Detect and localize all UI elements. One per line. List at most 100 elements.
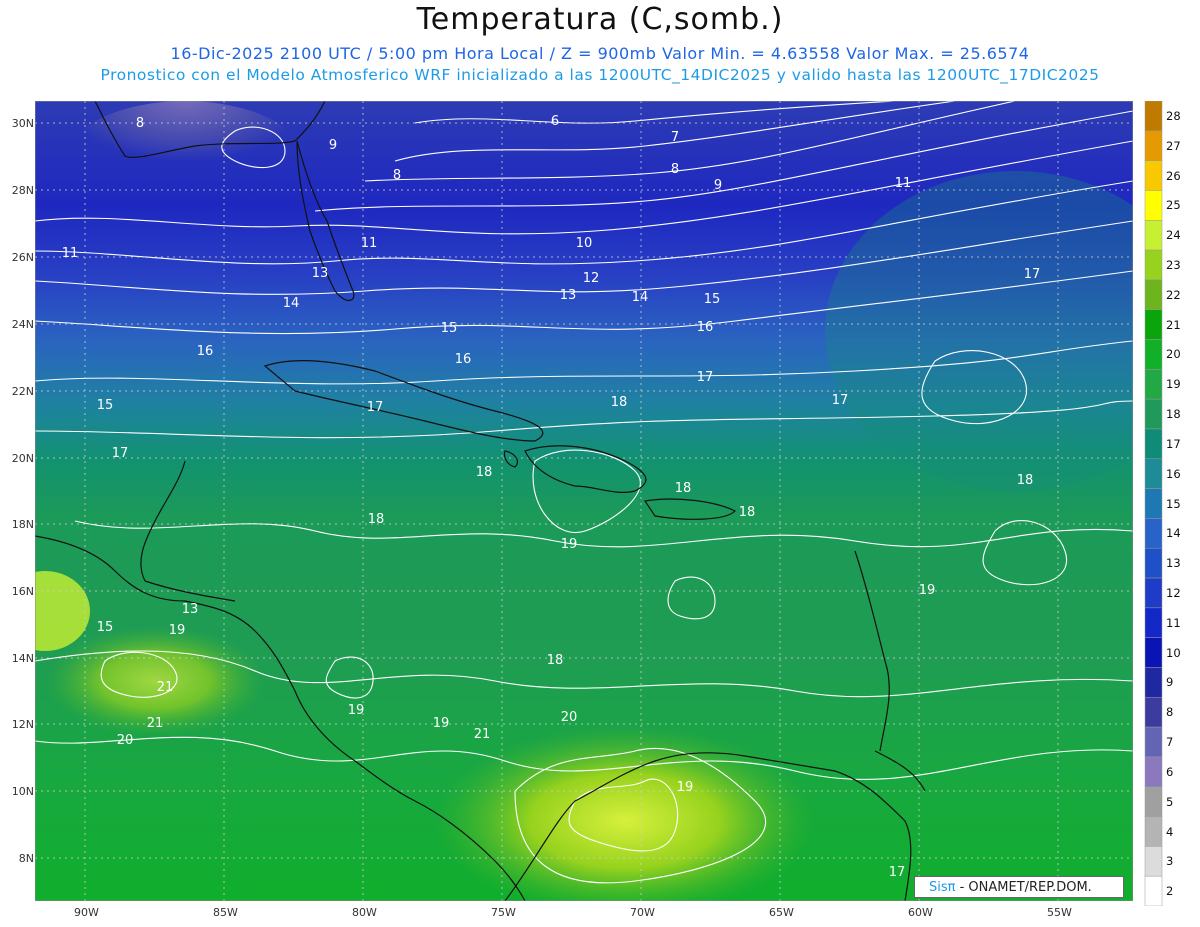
contour-label: 9 [329,138,337,153]
legend-label: 24 [1166,228,1181,243]
contour-label: 14 [632,290,649,305]
lon-label: 90W [74,906,99,919]
legend-label: 12 [1166,585,1181,600]
legend-swatch [1144,190,1163,221]
legend-swatch [1144,875,1163,906]
contour-label: 17 [832,393,849,408]
lat-label: 26N [11,251,34,264]
contour-label: 15 [441,321,458,336]
lat-label: 16N [11,585,34,598]
contour-label: 19 [433,716,450,731]
lon-label: 70W [630,906,655,919]
map-title: Temperatura (C,somb.) [416,2,784,37]
legend-label: 21 [1166,317,1181,332]
legend-label: 25 [1166,198,1181,213]
contour-label: 15 [97,620,114,635]
contour-label: 21 [157,680,174,695]
temperature-map: 6 7 8 9 8 8 9 10 11 11 12 13 13 14 14 15… [35,101,1133,901]
legend-label: 10 [1166,645,1181,660]
legend-swatch [1144,101,1163,132]
legend-swatch [1144,428,1163,460]
contour-label: 8 [671,162,679,177]
color-scale-legend [1144,101,1163,906]
legend-swatch [1144,160,1163,191]
contour-label: 16 [455,352,472,367]
contour-label: 17 [1024,267,1041,282]
legend-label: 5 [1166,794,1174,809]
contour-label: 12 [583,271,600,286]
legend-swatch [1144,488,1163,519]
contour-label: 18 [1017,473,1034,488]
lat-label: 24N [11,318,34,331]
contour-label: 21 [474,727,491,742]
lat-label: 8N [18,852,34,865]
legend-swatch [1144,726,1163,758]
legend-label: 15 [1166,496,1181,511]
lat-label: 30N [11,117,34,130]
legend-swatch [1144,846,1163,877]
lat-label: 18N [11,518,34,531]
lon-label: 80W [352,906,377,919]
contour-label: 17 [367,400,384,415]
contour-label: 17 [697,370,714,385]
lat-label: 12N [11,718,34,731]
legend-label: 22 [1166,287,1181,302]
legend-label: 20 [1166,347,1181,362]
legend-swatch [1144,607,1163,638]
forecast-info-line: 16-Dic-2025 2100 UTC / 5:00 pm Hora Loca… [170,44,1030,63]
contour-label: 18 [547,653,564,668]
legend-label: 19 [1166,377,1181,392]
contour-label: 17 [889,865,906,880]
legend-label: 17 [1166,436,1181,451]
legend-swatch [1144,547,1163,579]
legend-swatch [1144,369,1163,400]
legend-label: 9 [1166,675,1174,690]
legend-label: 11 [1166,615,1181,630]
cold-pocket-west [65,101,305,221]
legend-swatch [1144,816,1163,847]
contour-label: 19 [169,623,186,638]
contour-label: 18 [476,465,493,480]
legend-swatch [1144,786,1163,817]
contour-label: 20 [117,733,134,748]
contour-label: 15 [97,398,114,413]
contour-label: 13 [312,266,329,281]
legend-swatch [1144,458,1163,489]
legend-swatch [1144,398,1163,430]
legend-swatch [1144,220,1163,251]
legend-swatch [1144,279,1163,310]
legend-label: 8 [1166,705,1174,720]
contour-label: 16 [197,344,214,359]
contour-label: 7 [671,130,679,145]
legend-label: 6 [1166,764,1174,779]
contour-label: 14 [283,296,300,311]
contour-label: 17 [112,446,129,461]
legend-swatch [1144,518,1163,549]
legend-swatch [1144,637,1163,668]
lat-label: 20N [11,452,34,465]
credit-text: - ONAMET/REP.DOM. [955,880,1092,895]
contour-label: 11 [361,236,378,251]
sispi-brand: Sisπ [929,880,956,895]
contour-label: 19 [348,703,365,718]
legend-label: 2 [1166,884,1174,899]
contour-label: 8 [136,116,144,131]
lat-label: 14N [11,652,34,665]
legend-swatch [1144,697,1163,728]
legend-label: 26 [1166,168,1181,183]
credit-box: Sisπ - ONAMET/REP.DOM. [914,876,1124,898]
lon-label: 85W [213,906,238,919]
contour-label: 15 [704,292,721,307]
contour-label: 19 [677,780,694,795]
legend-label: 7 [1166,735,1174,749]
legend-swatch [1144,339,1163,370]
lon-label: 75W [491,906,516,919]
contour-label: 13 [560,288,577,303]
contour-label: 11 [62,246,79,261]
contour-label: 19 [919,583,936,598]
legend-label: 18 [1166,407,1181,422]
contour-label: 18 [675,481,692,496]
contour-label: 9 [714,178,722,193]
legend-label: 13 [1166,556,1181,571]
legend-swatch [1144,577,1163,609]
